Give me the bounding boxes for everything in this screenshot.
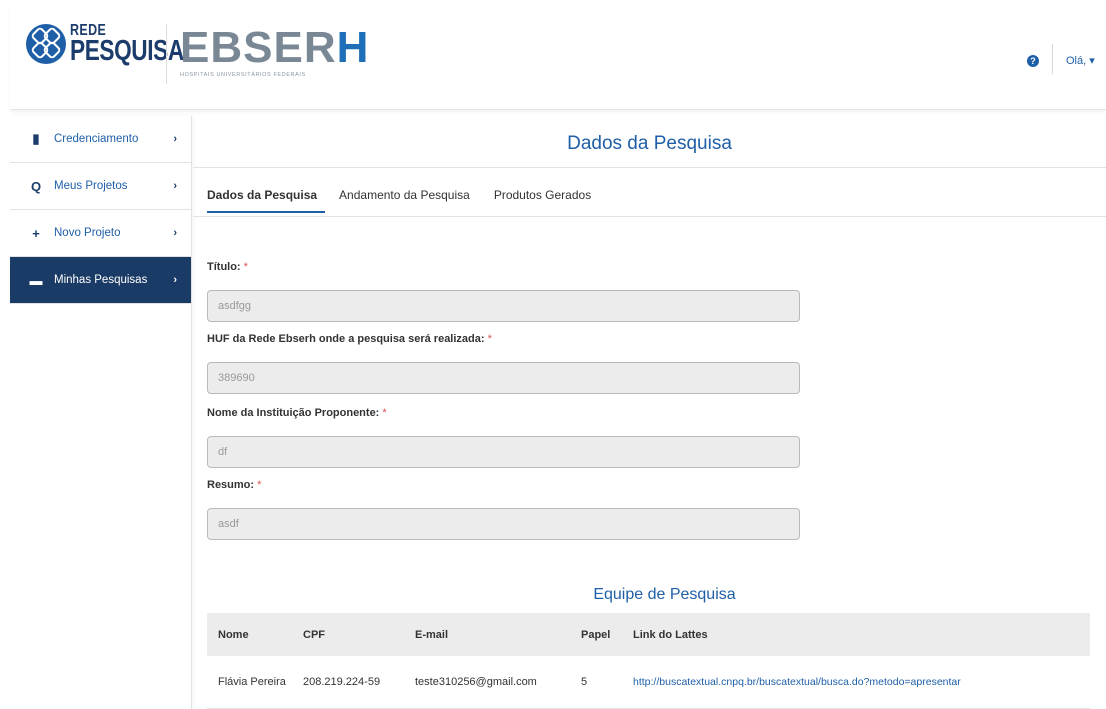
sidebar-item-meus-projetos[interactable]: Q Meus Projetos ›	[10, 163, 191, 210]
chevron-right-icon: ›	[173, 227, 177, 239]
table-header-row: Nome CPF E-mail Papel Link do Lattes	[207, 613, 1090, 656]
clipboard-icon: ▮	[32, 131, 40, 146]
column-header-cpf: CPF	[303, 613, 415, 656]
resumo-field[interactable]	[207, 508, 800, 540]
huf-label: HUF da Rede Ebserh onde a pesquisa será …	[207, 333, 492, 345]
top-header: REDE PESQUISA EBSERH HOSPITAIS UNIVERSIT…	[10, 6, 1106, 110]
cell-email: teste310256@gmail.com	[415, 656, 581, 709]
sidebar-item-label: Minhas Pesquisas	[54, 274, 148, 286]
sidebar-item-credenciamento[interactable]: ▮ Credenciamento ›	[10, 116, 191, 163]
sidebar-item-label: Novo Projeto	[54, 227, 121, 239]
sidebar: ▮ Credenciamento › Q Meus Projetos › + N…	[10, 116, 192, 709]
tab-dados-da-pesquisa[interactable]: Dados da Pesquisa	[207, 188, 326, 213]
resumo-label: Resumo: *	[207, 479, 262, 491]
column-header-papel: Papel	[581, 613, 633, 656]
sidebar-item-minhas-pesquisas[interactable]: ▬ Minhas Pesquisas ›	[10, 257, 191, 304]
table-row: Flávia Pereira 208.219.224-59 teste31025…	[207, 656, 1090, 709]
instituicao-proponente-field[interactable]	[207, 436, 800, 468]
column-header-email: E-mail	[415, 613, 581, 656]
main-content: Dados da Pesquisa Dados da Pesquisa Anda…	[193, 116, 1106, 709]
cell-cpf: 208.219.224-59	[303, 656, 415, 709]
team-section-title: Equipe de Pesquisa	[593, 586, 736, 603]
help-icon[interactable]: ?	[1027, 55, 1039, 67]
user-menu-dropdown[interactable]: Olá, ▾	[1066, 54, 1095, 67]
sidebar-item-label: Credenciamento	[54, 133, 139, 145]
cell-lattes: http://buscatextual.cnpq.br/buscatextual…	[633, 656, 1090, 709]
sidebar-item-novo-projeto[interactable]: + Novo Projeto ›	[10, 210, 191, 257]
instituicao-proponente-label: Nome da Instituição Proponente: *	[207, 407, 387, 419]
lattes-link[interactable]: http://buscatextual.cnpq.br/buscatextual…	[633, 676, 961, 688]
column-header-nome: Nome	[207, 613, 303, 656]
folder-open-icon: ▬	[29, 272, 43, 288]
plus-icon: +	[32, 225, 40, 241]
team-table: Nome CPF E-mail Papel Link do Lattes Flá…	[207, 613, 1090, 709]
chevron-right-icon: ›	[173, 133, 177, 145]
chevron-right-icon: ›	[173, 274, 177, 286]
tab-divider	[193, 216, 1106, 217]
cell-nome: Flávia Pereira	[207, 656, 303, 709]
tab-bar: Dados da Pesquisa Andamento da Pesquisa …	[207, 188, 615, 213]
header-separator	[1052, 44, 1053, 74]
column-header-lattes: Link do Lattes	[633, 613, 1090, 656]
titulo-field[interactable]	[207, 290, 800, 322]
ebserh-tagline: HOSPITAIS UNIVERSITÁRIOS FEDERAIS	[180, 72, 306, 78]
page-title: Dados da Pesquisa	[193, 116, 1106, 168]
titulo-label: Título: *	[207, 261, 248, 273]
chevron-right-icon: ›	[173, 180, 177, 192]
sidebar-item-label: Meus Projetos	[54, 180, 128, 192]
cell-papel: 5	[581, 656, 633, 709]
rede-pesquisa-emblem-icon	[26, 24, 66, 65]
huf-field[interactable]	[207, 362, 800, 394]
ebserh-logo[interactable]: EBSERH HOSPITAIS UNIVERSITÁRIOS FEDERAIS	[180, 26, 369, 79]
tab-produtos-gerados[interactable]: Produtos Gerados	[494, 188, 601, 213]
tab-andamento-da-pesquisa[interactable]: Andamento da Pesquisa	[339, 188, 480, 213]
search-icon: Q	[30, 178, 42, 194]
logo-divider	[166, 24, 167, 84]
